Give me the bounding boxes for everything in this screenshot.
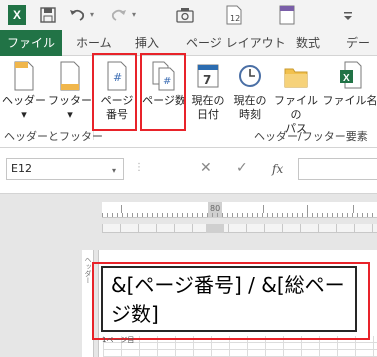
undo-icon[interactable]: [68, 5, 86, 25]
file-name-label: ファイル名: [322, 94, 377, 107]
cancel-icon[interactable]: ✕: [200, 160, 212, 176]
file-path-label-1: ファイルの: [274, 94, 318, 121]
current-date-label-1: 現在の: [191, 94, 225, 107]
save-icon[interactable]: [40, 5, 56, 25]
page-count-highlight: [140, 53, 186, 131]
formula-input[interactable]: [298, 158, 377, 180]
header-button[interactable]: ヘッダー▾: [2, 60, 46, 126]
file-path-button[interactable]: ファイルの パス: [272, 60, 320, 135]
current-date-label-2: 日付: [197, 108, 219, 121]
selected-column-header[interactable]: [206, 224, 224, 233]
header-footer-caption: 1ページ目: [102, 336, 135, 344]
ruler-number: |: [120, 204, 123, 213]
ribbon-tabs: ファイル ホーム 挿入 ページ レイアウト 数式 データ: [0, 30, 377, 76]
redo-icon[interactable]: [110, 5, 128, 25]
calendar-icon: 7: [197, 64, 219, 88]
footer-button[interactable]: フッター▾: [48, 60, 92, 126]
tab-formulas[interactable]: 数式: [296, 30, 320, 56]
excel-file-icon: X: [340, 61, 362, 89]
file-name-button[interactable]: X ファイル名: [322, 60, 377, 126]
formula-bar: E12 ▾ ⋮ ✕ ✓ fx: [0, 148, 377, 194]
ribbon: ヘッダー▾ フッター▾ # ページ 番号 # ページ数 7 現在の 日付 現在の…: [0, 53, 377, 148]
undo-dropdown-icon[interactable]: ▾: [90, 10, 94, 19]
redo-dropdown-icon[interactable]: ▾: [132, 10, 136, 19]
svg-text:12: 12: [230, 14, 240, 23]
formula-bar-grip-icon: ⋮: [134, 162, 144, 173]
clock-icon: [239, 65, 261, 87]
current-date-button[interactable]: 7 現在の 日付: [188, 60, 228, 126]
current-time-button[interactable]: 現在の 時刻: [230, 60, 270, 126]
header-button-label: ヘッダー▾: [2, 94, 46, 121]
customize-toolbar-icon[interactable]: [340, 5, 356, 25]
insert-function-icon[interactable]: fx: [272, 162, 283, 176]
header-highlight: [92, 262, 370, 340]
tab-file[interactable]: ファイル: [0, 30, 62, 56]
footer-button-label: フッター▾: [48, 94, 92, 121]
ruler-number: |: [262, 204, 265, 213]
ruler-ticks: [102, 213, 377, 217]
group-label-header-footer: ヘッダーとフッター: [4, 130, 103, 143]
name-box-dropdown-icon[interactable]: ▾: [112, 166, 116, 175]
ruler-number: |: [352, 204, 355, 213]
group-label-header-footer-elements: ヘッダー/フッター要素: [254, 130, 368, 143]
excel-logo-icon: X: [8, 5, 26, 25]
current-time-label-1: 現在の: [233, 94, 267, 107]
ruler-number: |: [306, 204, 309, 213]
camera-icon[interactable]: [176, 5, 194, 25]
page-number-icon[interactable]: 12: [224, 5, 244, 25]
quick-access-toolbar: X ▾ ▾ 12: [0, 0, 377, 30]
enter-icon[interactable]: ✓: [236, 160, 248, 176]
horizontal-ruler: | 80 | | |: [102, 202, 377, 218]
ruler-number: 80: [210, 204, 221, 213]
page-number-highlight: [92, 53, 137, 131]
tab-data[interactable]: データ: [346, 30, 377, 76]
header-page-icon: [14, 61, 34, 91]
name-box[interactable]: E12: [6, 158, 124, 180]
folder-icon: [284, 68, 308, 88]
tab-page-layout[interactable]: ページ レイアウト: [186, 30, 286, 56]
column-headers[interactable]: [102, 224, 377, 233]
svg-text:X: X: [343, 73, 350, 84]
header-icon[interactable]: [278, 5, 296, 25]
svg-text:7: 7: [203, 73, 211, 87]
current-time-label-2: 時刻: [239, 108, 261, 121]
footer-page-icon: [60, 61, 80, 91]
